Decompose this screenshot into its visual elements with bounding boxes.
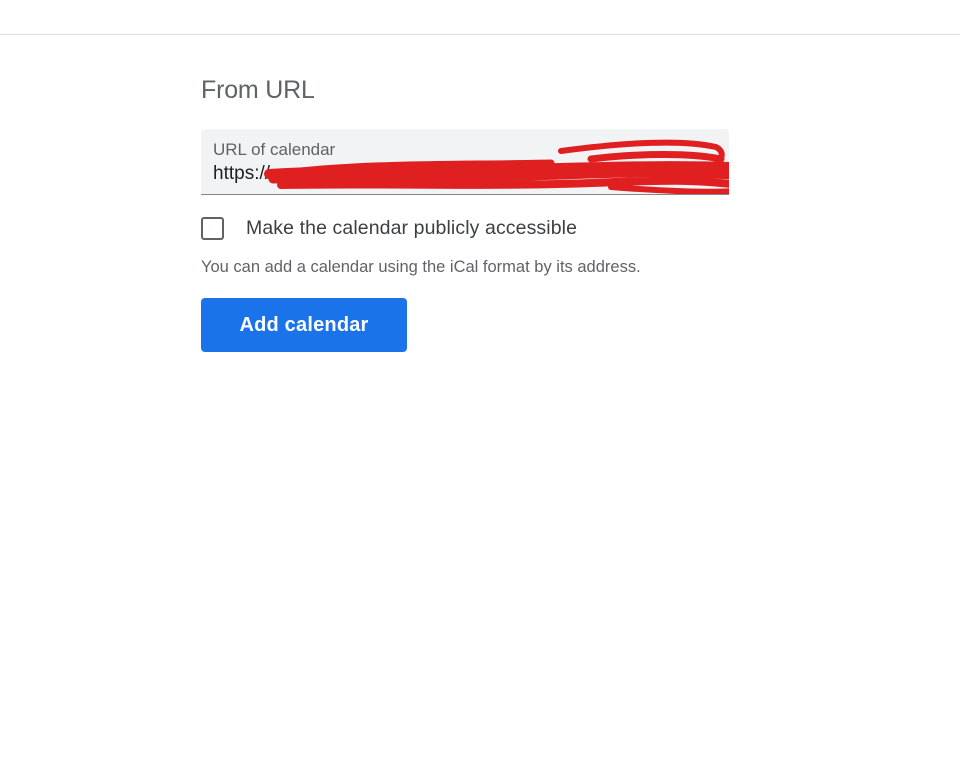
section-title: From URL bbox=[201, 76, 315, 104]
help-text: You can add a calendar using the iCal fo… bbox=[201, 258, 641, 276]
public-checkbox[interactable] bbox=[201, 217, 224, 240]
from-url-section: From URL URL of calendar https:// Make t… bbox=[201, 72, 741, 352]
public-checkbox-label[interactable]: Make the calendar publicly accessible bbox=[246, 217, 577, 240]
add-calendar-button[interactable]: Add calendar bbox=[201, 298, 407, 352]
url-of-calendar-field[interactable]: URL of calendar https:// bbox=[201, 129, 729, 195]
public-checkbox-row[interactable]: Make the calendar publicly accessible bbox=[201, 217, 577, 240]
redaction-scribble bbox=[264, 139, 729, 194]
top-divider bbox=[0, 34, 960, 35]
